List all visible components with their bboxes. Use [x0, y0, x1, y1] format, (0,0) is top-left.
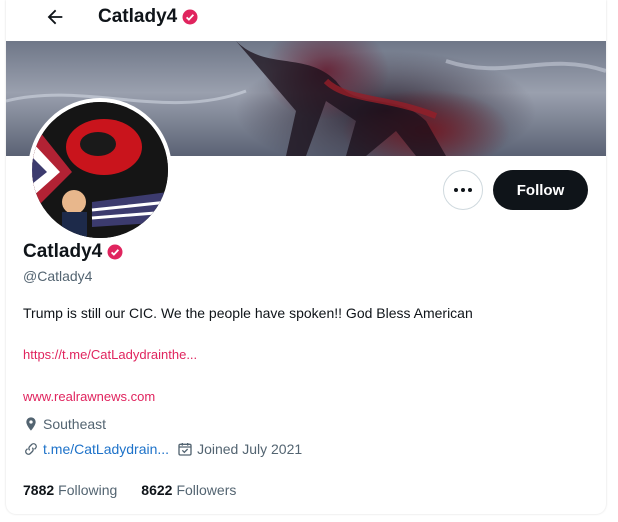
- bio-text: Trump is still our CIC. We the people ha…: [23, 305, 473, 321]
- followers-stat[interactable]: 8622 Followers: [141, 482, 236, 498]
- location-pin-icon: [26, 417, 36, 431]
- back-arrow-icon[interactable]: [42, 4, 68, 30]
- calendar-icon: [178, 443, 192, 456]
- location-row: Southeast: [23, 416, 106, 432]
- website-link[interactable]: www.realrawnews.com: [23, 389, 155, 404]
- link-joined-row: t.me/CatLadydrain... Joined July 2021: [23, 441, 302, 457]
- following-stat[interactable]: 7882 Following: [23, 482, 117, 498]
- follow-button[interactable]: Follow: [493, 170, 588, 210]
- more-options-button[interactable]: [443, 170, 483, 210]
- bio-link[interactable]: https://t.me/CatLadydrainthe...: [23, 347, 197, 362]
- display-name: Catlady4: [23, 241, 124, 263]
- joined-date: Joined July 2021: [197, 441, 303, 457]
- page-title: Catlady4: [98, 6, 199, 28]
- follow-stats: 7882 Following 8622 Followers: [23, 482, 236, 498]
- handle: @Catlady4: [23, 268, 93, 284]
- more-icon: [454, 188, 472, 192]
- profile-link[interactable]: t.me/CatLadydrain...: [43, 441, 169, 457]
- verified-badge-icon: [107, 244, 123, 260]
- avatar[interactable]: [28, 98, 172, 242]
- link-icon: [25, 443, 37, 455]
- top-bar: Catlady4: [6, 0, 606, 40]
- verified-badge-icon: [182, 9, 198, 25]
- profile-card: Catlady4 Follow Catlady4 @Catlady4 Trump…: [6, 0, 606, 514]
- location: Southeast: [43, 416, 107, 432]
